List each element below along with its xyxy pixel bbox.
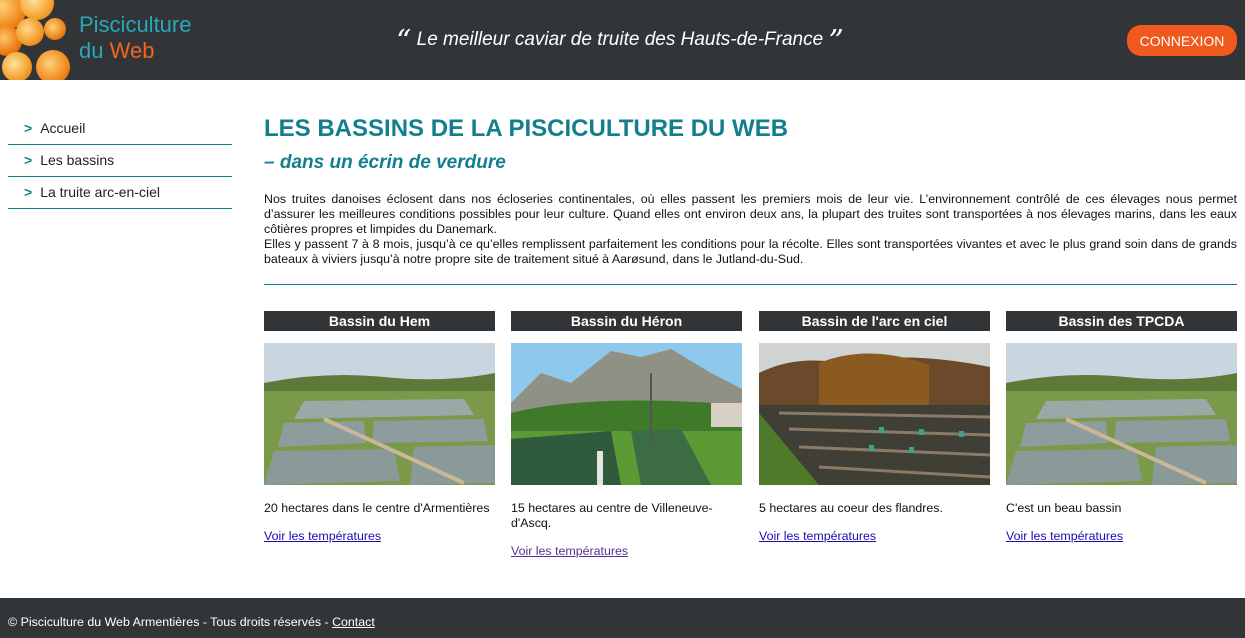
card-title: Bassin de l'arc en ciel — [759, 311, 990, 331]
logo-fish-eggs-icon[interactable] — [0, 0, 70, 80]
chevron-right-icon: > — [24, 184, 33, 200]
pond-photo-heron — [511, 343, 742, 485]
site-header: Pisciculture du Web “ Le meilleur caviar… — [0, 0, 1245, 80]
pond-cards: Bassin du Hem 20 hectares dans le centre… — [264, 311, 1237, 571]
card-title: Bassin du Héron — [511, 311, 742, 331]
view-temperatures-link[interactable]: Voir les températures — [264, 529, 381, 543]
logo-wordmark[interactable]: Pisciculture du Web — [79, 12, 191, 64]
sidebar-nav: > Accueil > Les bassins > La truite arc-en-… — [8, 113, 232, 209]
card-description: 15 hectares au centre de Villeneuve-d'As… — [511, 501, 713, 530]
close-quote: ” — [828, 24, 844, 59]
sidebar-item-les-bassins[interactable]: > Les bassins — [8, 145, 232, 177]
page-subtitle: – dans un écrin de verdure — [264, 152, 506, 173]
chevron-right-icon: > — [24, 152, 33, 168]
card-description: 20 hectares dans le centre d'Armentières — [264, 501, 490, 515]
pond-card-heron: Bassin du Héron 15 hectares au centre de… — [511, 311, 742, 560]
intro-paragraph-2: Elles y passent 7 à 8 mois, jusqu’à ce q… — [264, 237, 1237, 266]
main-content: LES BASSINS DE LA PISCICULTURE DU WEB – … — [264, 114, 1237, 558]
pond-card-arc-en-ciel: Bassin de l'arc en ciel 5 hectares au co… — [759, 311, 990, 545]
sidebar-item-label: Les bassins — [40, 152, 115, 168]
login-button[interactable]: CONNEXION — [1127, 25, 1237, 56]
copyright-text: © Pisciculture du Web Armentières - Tous… — [8, 615, 333, 629]
pond-photo-tpcda — [1006, 343, 1237, 485]
site-tagline: “ Le meilleur caviar de truite des Hauts… — [396, 24, 844, 59]
section-divider — [264, 284, 1237, 285]
view-temperatures-link[interactable]: Voir les températures — [759, 529, 876, 543]
contact-link[interactable]: Contact — [332, 615, 375, 629]
pond-photo-arc-en-ciel — [759, 343, 990, 485]
sidebar-item-label: La truite arc-en-ciel — [40, 184, 161, 200]
tagline-text: Le meilleur caviar de truite des Hauts-d… — [411, 29, 829, 50]
card-title: Bassin du Hem — [264, 311, 495, 331]
pond-card-hem: Bassin du Hem 20 hectares dans le centre… — [264, 311, 495, 545]
open-quote: “ — [396, 24, 412, 59]
sidebar-item-truite-arc-en-ciel[interactable]: > La truite arc-en-ciel — [8, 177, 232, 209]
card-description: 5 hectares au coeur des flandres. — [759, 501, 943, 515]
pond-photo-hem — [264, 343, 495, 485]
card-title: Bassin des TPCDA — [1006, 311, 1237, 331]
view-temperatures-link[interactable]: Voir les températures — [1006, 529, 1123, 543]
sidebar-item-accueil[interactable]: > Accueil — [8, 113, 232, 145]
card-description: C'est un beau bassin — [1006, 501, 1122, 515]
chevron-right-icon: > — [24, 120, 33, 136]
pond-card-tpcda: Bassin des TPCDA C'est un beau bassin Vo… — [1006, 311, 1237, 545]
intro-text: Nos truites danoises éclosent dans nos é… — [264, 192, 1237, 267]
intro-paragraph-1: Nos truites danoises éclosent dans nos é… — [264, 192, 1237, 236]
site-footer: © Pisciculture du Web Armentières - Tous… — [0, 598, 1245, 638]
logo-line-2: du Web — [79, 38, 155, 63]
logo-line-1: Pisciculture — [79, 12, 192, 37]
sidebar-item-label: Accueil — [40, 120, 86, 136]
page-title: LES BASSINS DE LA PISCICULTURE DU WEB — [264, 115, 789, 142]
view-temperatures-link[interactable]: Voir les températures — [511, 544, 628, 558]
